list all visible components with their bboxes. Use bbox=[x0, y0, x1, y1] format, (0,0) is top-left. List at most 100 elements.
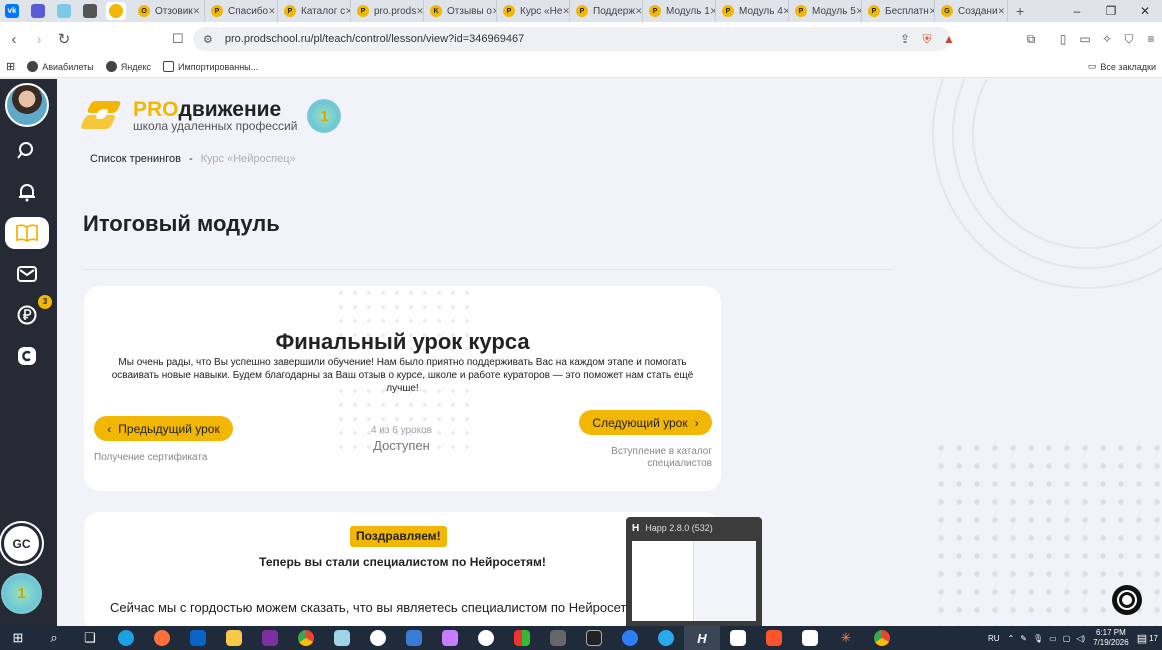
maximize-button[interactable]: ❐ bbox=[1094, 0, 1128, 22]
remote-desktop-button[interactable] bbox=[396, 626, 432, 650]
next-lesson-name[interactable]: Вступление в каталог специалистов bbox=[587, 446, 712, 470]
lesson-title: Финальный урок курса bbox=[275, 329, 530, 354]
browser-tab[interactable]: P Курс «Не ✕ bbox=[497, 0, 570, 22]
site-settings-icon[interactable]: ⚙ bbox=[203, 33, 213, 46]
notes-button[interactable] bbox=[324, 626, 360, 650]
pinned-tab-messenger[interactable] bbox=[28, 2, 48, 20]
sparkle-icon: ✳ bbox=[840, 630, 852, 645]
notion-button[interactable] bbox=[792, 626, 828, 650]
all-bookmarks-folder[interactable]: ▭ Все закладки bbox=[1088, 61, 1156, 72]
edge-button[interactable] bbox=[108, 626, 144, 650]
trainings-button[interactable] bbox=[5, 217, 49, 249]
close-tab-icon[interactable]: ✕ bbox=[416, 6, 423, 17]
browser-tab[interactable]: PМодуль 4✕ bbox=[716, 0, 789, 22]
pinned-tab-prodschool[interactable] bbox=[106, 2, 126, 20]
pinned-tab-store[interactable] bbox=[80, 2, 100, 20]
yandex-browser-button[interactable] bbox=[468, 626, 504, 650]
browser-tab[interactable]: P Поддерж ✕ bbox=[570, 0, 643, 22]
extensions-icon[interactable]: ⧉ bbox=[1020, 32, 1042, 47]
brave-rewards-icon[interactable]: ▲ bbox=[938, 32, 960, 46]
network-icon[interactable]: ▭ bbox=[1049, 634, 1057, 643]
bookmark-aviabilety[interactable]: Авиабилеты bbox=[27, 61, 94, 72]
language-indicator[interactable]: RU bbox=[988, 634, 1000, 643]
explorer-button[interactable] bbox=[216, 626, 252, 650]
browser-tab[interactable]: PКаталог с✕ bbox=[278, 0, 351, 22]
reload-button[interactable]: ↻ bbox=[53, 30, 75, 48]
microphone-icon[interactable]: 🎙 bbox=[1033, 634, 1043, 643]
browser-tab[interactable]: PМодуль 1✕ bbox=[643, 0, 716, 22]
apps-grid-icon[interactable]: ⊞ bbox=[6, 60, 15, 73]
chevron-up-icon[interactable]: ⌃ bbox=[1008, 634, 1015, 643]
new-tab-button[interactable]: + bbox=[1016, 3, 1024, 19]
vpn-icon[interactable]: ⛉ bbox=[1118, 32, 1140, 47]
close-tab-icon[interactable]: ✕ bbox=[562, 6, 569, 17]
onenote-button[interactable] bbox=[252, 626, 288, 650]
close-tab-icon[interactable]: ✕ bbox=[635, 6, 642, 17]
previous-lesson-name[interactable]: Получение сертификата bbox=[94, 452, 207, 463]
breadcrumb-trainings-link[interactable]: Список тренингов bbox=[90, 153, 181, 165]
clock[interactable]: 6:17 PM 7/19/2026 bbox=[1093, 628, 1129, 648]
menu-icon[interactable]: ≡ bbox=[1140, 32, 1162, 46]
brave-shield-icon[interactable]: ⛨ bbox=[916, 32, 938, 47]
browser-tab[interactable]: O Отзовик ✕ bbox=[132, 0, 205, 22]
outlook-button[interactable] bbox=[180, 626, 216, 650]
search-button[interactable] bbox=[5, 135, 49, 167]
messages-button[interactable] bbox=[5, 258, 49, 290]
pen-icon[interactable]: ✎ bbox=[1020, 634, 1027, 643]
task-view-button[interactable]: ❏ bbox=[72, 626, 108, 650]
app-blue-button[interactable] bbox=[612, 626, 648, 650]
back-button[interactable]: ‹ bbox=[3, 31, 25, 48]
bookmark-yandex[interactable]: Яндекс bbox=[105, 61, 151, 72]
getcourse-button[interactable] bbox=[5, 340, 49, 372]
display-icon[interactable]: ▢ bbox=[1063, 634, 1071, 643]
taskbar-preview-popup[interactable]: H Happ 2.8.0 (532) bbox=[626, 517, 762, 626]
clock-app-button[interactable] bbox=[360, 626, 396, 650]
capcut-button[interactable] bbox=[720, 626, 756, 650]
notifications-icon[interactable]: ▤ bbox=[1137, 632, 1147, 645]
chrome-button[interactable] bbox=[288, 626, 324, 650]
close-tab-icon[interactable]: ✕ bbox=[268, 6, 276, 17]
video-editor-button[interactable] bbox=[576, 626, 612, 650]
browser-tab[interactable]: PМодуль 5✕ bbox=[789, 0, 862, 22]
close-tab-icon[interactable]: ✕ bbox=[998, 6, 1006, 17]
start-button[interactable]: ⊞ bbox=[0, 626, 36, 650]
window-thumbnail[interactable] bbox=[632, 541, 756, 621]
edge-icon bbox=[118, 630, 134, 646]
pinned-tab-app[interactable] bbox=[54, 2, 74, 20]
school-logo[interactable]: PROдвижение школа удаленных профессий 1 bbox=[79, 97, 342, 135]
next-lesson-button[interactable]: Следующий урок › bbox=[579, 410, 712, 435]
url-field[interactable]: ⚙ pro.prodschool.ru/pl/teach/control/les… bbox=[193, 27, 950, 51]
app-orange-button[interactable]: ✳ bbox=[828, 626, 864, 650]
chrome-profile-button[interactable] bbox=[864, 626, 900, 650]
brave-taskbar-button[interactable] bbox=[756, 626, 792, 650]
browser-tab[interactable]: KОтзывы о✕ bbox=[424, 0, 497, 22]
browser-tab[interactable]: P Спасибо ✕ bbox=[205, 0, 278, 22]
photos-button[interactable] bbox=[432, 626, 468, 650]
avatar[interactable] bbox=[5, 83, 49, 127]
volume-icon[interactable]: ◁) bbox=[1076, 634, 1085, 643]
wallet-icon[interactable]: ▭ bbox=[1074, 32, 1096, 46]
app-red-green-button[interactable] bbox=[504, 626, 540, 650]
browser-tab[interactable]: Ppro.prods ✕ bbox=[351, 0, 424, 22]
firefox-button[interactable] bbox=[144, 626, 180, 650]
notifications-button[interactable] bbox=[5, 176, 49, 208]
share-icon[interactable]: ⇪ bbox=[894, 32, 916, 46]
breadcrumb-course-link[interactable]: Курс «Нейроспец» bbox=[201, 153, 296, 165]
previous-lesson-button[interactable]: ‹ Предыдущий урок bbox=[94, 416, 233, 441]
bookmark-imported-folder[interactable]: Импортированны... bbox=[163, 61, 258, 72]
happ-taskbar-button[interactable]: H bbox=[684, 626, 720, 650]
pinned-tab-vk[interactable]: vk bbox=[2, 2, 22, 20]
search-taskbar-button[interactable]: ⌕ bbox=[36, 626, 72, 650]
close-tab-icon[interactable]: ✕ bbox=[193, 6, 201, 17]
telegram-button[interactable] bbox=[648, 626, 684, 650]
leo-icon[interactable]: ✧ bbox=[1096, 32, 1118, 46]
chat-widget-button[interactable] bbox=[1112, 585, 1142, 615]
sidebar-toggle-icon[interactable]: ▯ bbox=[1052, 32, 1074, 46]
close-window-button[interactable]: ✕ bbox=[1128, 0, 1162, 22]
browser-tab[interactable]: PБесплатн✕ bbox=[862, 0, 935, 22]
bookmark-icon[interactable]: ☐ bbox=[172, 31, 184, 47]
minimize-button[interactable]: – bbox=[1060, 0, 1094, 22]
calculator-button[interactable] bbox=[540, 626, 576, 650]
browser-tab[interactable]: G Создани ✕ bbox=[935, 0, 1008, 22]
forward-button[interactable]: › bbox=[28, 31, 50, 48]
